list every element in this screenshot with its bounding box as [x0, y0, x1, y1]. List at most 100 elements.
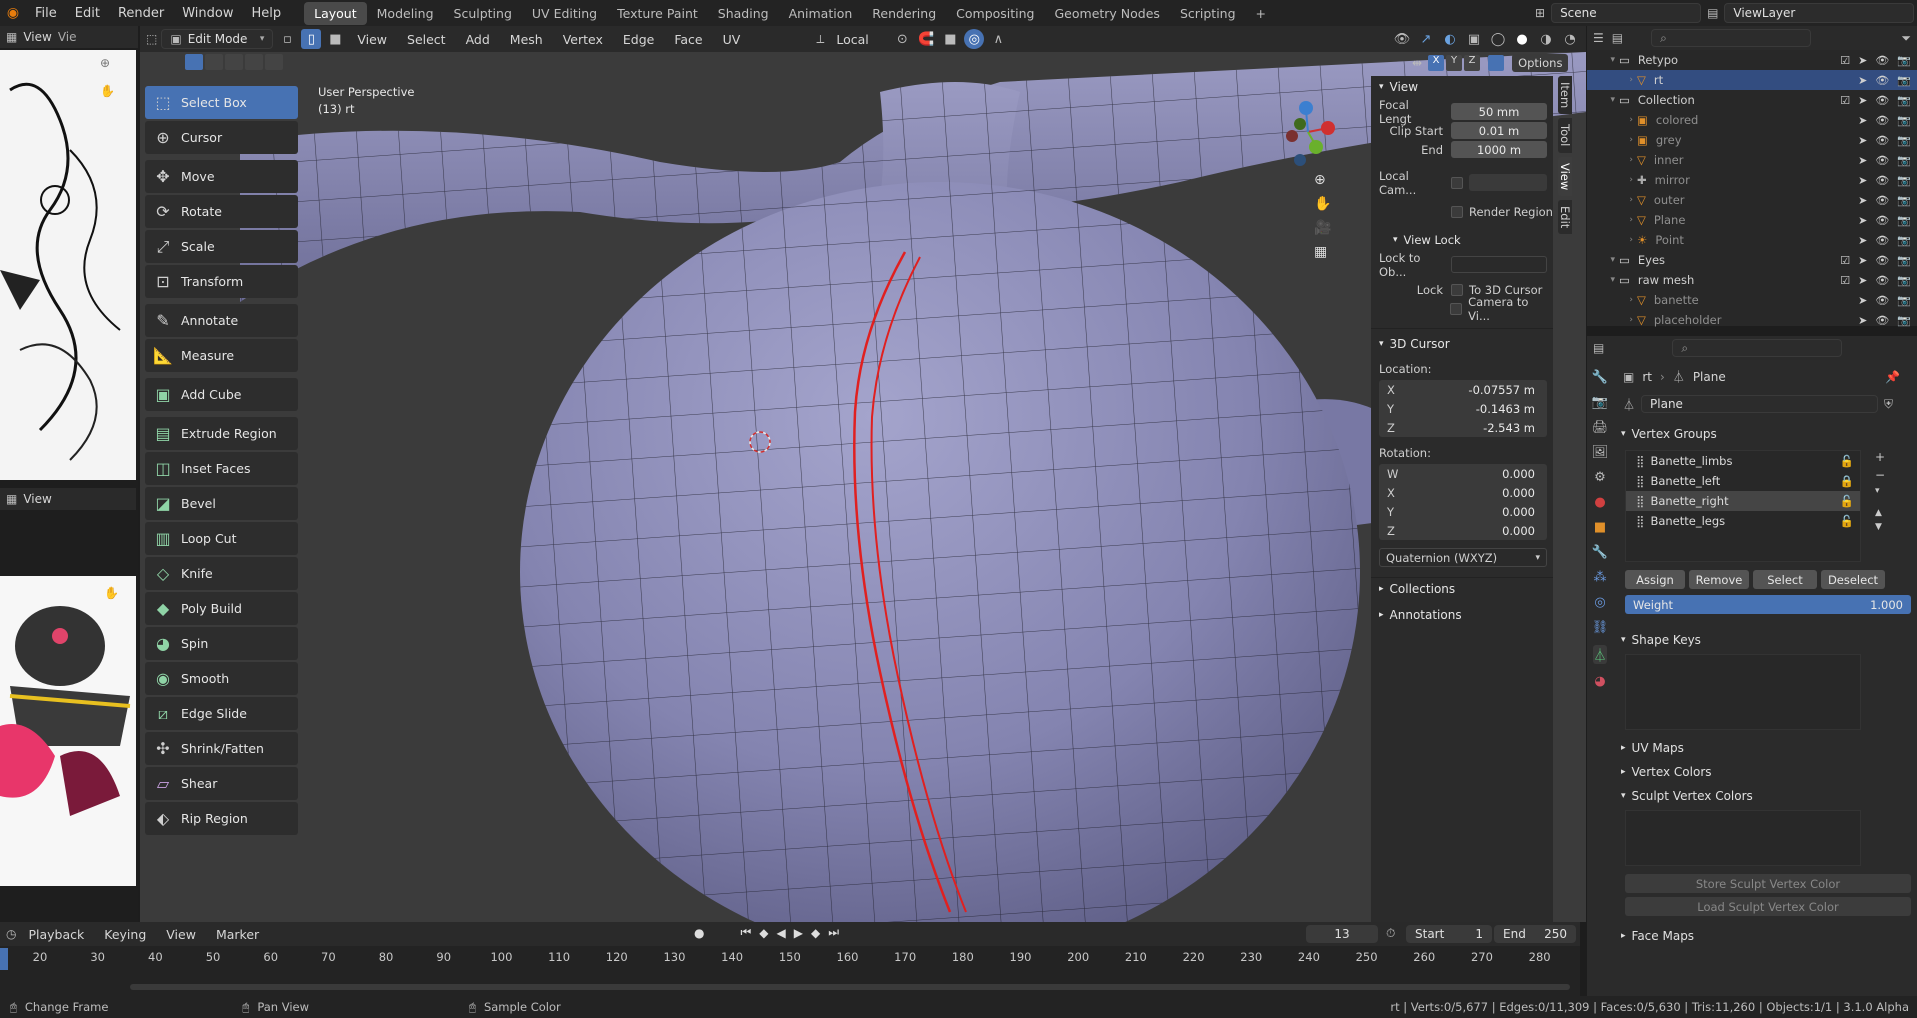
gizmo-icon[interactable]: ↗	[1416, 29, 1436, 49]
disclosure-chevron-icon[interactable]: ▾	[1587, 275, 1619, 285]
menu-uv[interactable]: UV	[715, 32, 749, 47]
face-select-mode-icon[interactable]: ■	[325, 29, 345, 49]
start-frame-field[interactable]: Start 1	[1406, 925, 1492, 943]
current-frame-field[interactable]: 13	[1306, 925, 1378, 943]
eye-icon[interactable]: 👁	[1875, 54, 1889, 67]
unlock-icon[interactable]: 🔓	[1840, 494, 1854, 508]
selectable-icon[interactable]: ➤	[1858, 134, 1867, 147]
options-dropdown[interactable]: Options	[1512, 54, 1569, 72]
selectable-icon[interactable]: ➤	[1858, 74, 1867, 87]
mesh-data-icon[interactable]: ⏃	[1623, 396, 1635, 413]
cursor-rotation-x[interactable]: 0.000	[1399, 484, 1541, 501]
menu-render[interactable]: Render	[109, 6, 173, 21]
selectable-icon[interactable]: ➤	[1858, 54, 1867, 67]
assign-button[interactable]: Assign	[1625, 570, 1685, 589]
zoom-view-icon[interactable]: ⊕	[1314, 172, 1331, 188]
camera-icon[interactable]: 📷	[1897, 174, 1911, 187]
menu-vertex[interactable]: Vertex	[555, 32, 611, 47]
camera-icon[interactable]: 📷	[1897, 254, 1911, 267]
fake-user-shield-icon[interactable]: ⛨	[1884, 397, 1893, 412]
modifier-properties-icon[interactable]: 🔧	[1592, 545, 1608, 560]
physics-properties-icon[interactable]: ◎	[1594, 595, 1605, 610]
menu-keying[interactable]: Keying	[96, 927, 154, 942]
tab-tool[interactable]: Tool	[1558, 118, 1572, 153]
cursor-location-y[interactable]: -0.1463 m	[1399, 400, 1541, 417]
pan-hand-icon[interactable]: ✋	[100, 84, 115, 98]
menu-file[interactable]: File	[26, 6, 66, 21]
menu-face[interactable]: Face	[666, 32, 710, 47]
wireframe-shading-icon[interactable]: ◯	[1488, 29, 1508, 49]
menu-playback[interactable]: Playback	[20, 927, 92, 942]
menu-edge[interactable]: Edge	[615, 32, 662, 47]
selectable-icon[interactable]: ➤	[1858, 314, 1867, 327]
disclosure-chevron-icon[interactable]: ›	[1587, 295, 1637, 305]
tab-view[interactable]: View	[1558, 156, 1572, 196]
camera-icon[interactable]: 📷	[1897, 234, 1911, 247]
camera-icon[interactable]: 📷	[1897, 314, 1911, 327]
axis-y-toggle[interactable]: Y	[1446, 55, 1463, 71]
menu-select[interactable]: Select	[399, 32, 454, 47]
visibility-toggles[interactable]: ➤ 👁 📷	[1858, 214, 1911, 227]
editor-type-3d-icon[interactable]: ⬚	[146, 32, 157, 46]
workspace-tab-uv-editing[interactable]: UV Editing	[522, 2, 607, 25]
eye-icon[interactable]: 👁	[1875, 214, 1889, 227]
stopwatch-icon[interactable]: ⏱	[1386, 926, 1395, 941]
tab-item[interactable]: Item	[1558, 76, 1572, 115]
editor-type-icon-outliner[interactable]: ☰	[1593, 31, 1604, 45]
snap-icon[interactable]: 🧲	[916, 29, 936, 49]
render-properties-icon[interactable]: 📷	[1592, 395, 1608, 410]
eye-icon[interactable]: 👁	[1875, 134, 1889, 147]
ortho-toggle-icon[interactable]: ▦	[1314, 244, 1331, 260]
checkbox-icon[interactable]: ☑	[1840, 54, 1850, 67]
cursor-rotation-w[interactable]: 0.000	[1399, 465, 1541, 482]
outliner-row-plane[interactable]: › ▽ Plane ➤ 👁 📷	[1587, 210, 1917, 230]
list-item[interactable]: ⣿ Banette_legs 🔓	[1626, 511, 1860, 531]
menu-marker[interactable]: Marker	[208, 927, 267, 942]
move-down-icon[interactable]: ▼	[1875, 522, 1885, 532]
outliner-row-inner[interactable]: › ▽ inner ➤ 👁 📷	[1587, 150, 1917, 170]
workspace-tab-sculpting[interactable]: Sculpting	[444, 2, 522, 25]
menu-help[interactable]: Help	[243, 6, 291, 21]
play-reverse-icon[interactable]: ◀	[777, 926, 786, 940]
checkbox-icon[interactable]: ☑	[1840, 94, 1850, 107]
disclosure-chevron-icon[interactable]: ›	[1587, 235, 1637, 245]
vertex-select-mode-icon[interactable]: ▫	[277, 29, 297, 49]
visibility-toggles[interactable]: ➤ 👁 📷	[1858, 154, 1911, 167]
outliner-row-mirror[interactable]: › ✚ mirror ➤ 👁 📷	[1587, 170, 1917, 190]
tool-edge-slide[interactable]: ⧄ Edge Slide	[145, 697, 298, 730]
eye-icon[interactable]: 👁	[1875, 194, 1889, 207]
disclosure-chevron-icon[interactable]: ▾	[1587, 55, 1619, 65]
workspace-tab-texture-paint[interactable]: Texture Paint	[607, 2, 708, 25]
tool-rotate[interactable]: ⟳ Rotate	[145, 195, 298, 228]
lock-to-object-picker[interactable]	[1451, 256, 1547, 273]
editor-type-icon[interactable]: ▦	[6, 30, 17, 44]
remove-button[interactable]: Remove	[1689, 570, 1749, 589]
outliner-row-colored[interactable]: › ▣ colored ➤ 👁 📷	[1587, 110, 1917, 130]
remove-vertex-group-icon[interactable]: −	[1875, 468, 1885, 482]
workspace-tab-scripting[interactable]: Scripting	[1170, 2, 1246, 25]
eye-icon[interactable]: 👁	[1875, 154, 1889, 167]
tool-annotate[interactable]: ✎ Annotate	[145, 304, 298, 337]
camera-icon[interactable]: 📷	[1897, 74, 1911, 87]
menu-view[interactable]: View	[349, 32, 395, 47]
visibility-toggles[interactable]: ➤ 👁 📷	[1858, 294, 1911, 307]
workspace-tab-animation[interactable]: Animation	[779, 2, 863, 25]
eye-icon[interactable]: 👁	[1875, 294, 1889, 307]
vertex-groups-header[interactable]: ▾ Vertex Groups	[1611, 422, 1917, 446]
axis-z-toggle[interactable]: Z	[1464, 55, 1481, 71]
tool-bevel[interactable]: ◪ Bevel	[145, 487, 298, 520]
focal-length-field[interactable]: 50 mm	[1451, 103, 1547, 120]
output-properties-icon[interactable]: 🖨	[1592, 420, 1609, 435]
tool-measure[interactable]: 📐 Measure	[145, 339, 298, 372]
view-menu-top[interactable]: View	[23, 30, 51, 44]
uv-maps-header[interactable]: ▸ UV Maps	[1611, 736, 1917, 760]
edge-select-mode-icon[interactable]: ▯	[301, 29, 322, 49]
selectable-icon[interactable]: ➤	[1858, 94, 1867, 107]
camera-icon[interactable]: 📷	[1897, 294, 1911, 307]
deselect-button[interactable]: Deselect	[1821, 570, 1885, 589]
playhead[interactable]	[0, 948, 8, 970]
mode-selector[interactable]: ▣ Edit Mode ▾	[161, 29, 274, 49]
list-item[interactable]: ⣿ Banette_limbs 🔓	[1626, 451, 1860, 471]
vertex-colors-header[interactable]: ▸ Vertex Colors	[1611, 760, 1917, 784]
eye-icon[interactable]: 👁	[1875, 94, 1889, 107]
